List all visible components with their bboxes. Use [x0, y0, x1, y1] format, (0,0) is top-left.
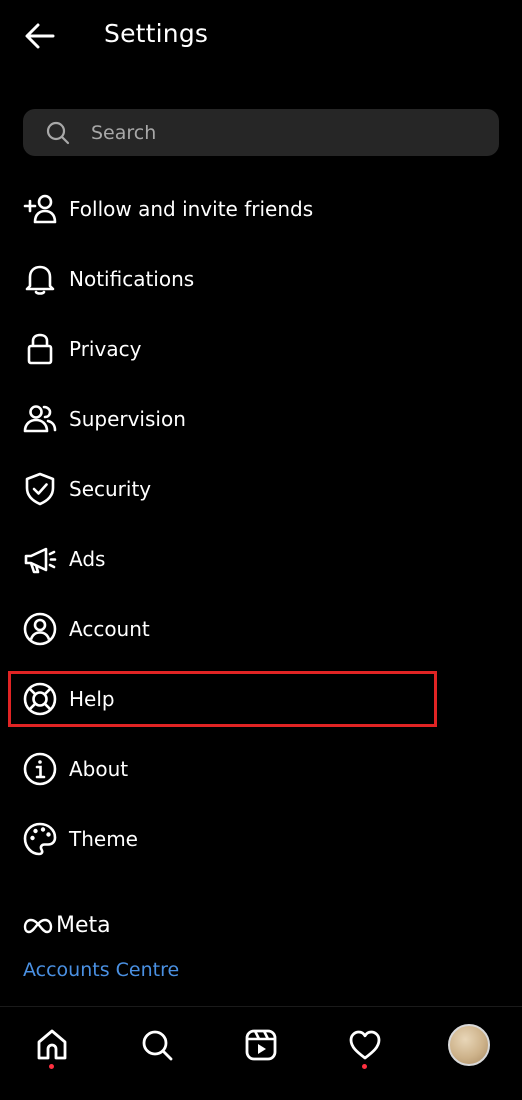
search-icon [46, 121, 70, 145]
menu-item-label: Notifications [69, 267, 195, 291]
activity-notification-dot [362, 1064, 367, 1069]
lock-icon [27, 333, 53, 365]
accounts-centre-link[interactable]: Accounts Centre [23, 955, 179, 985]
menu-item-label: Account [69, 617, 150, 641]
menu-item-security[interactable]: Security [0, 454, 522, 524]
nav-profile-button[interactable] [445, 1021, 493, 1069]
menu-item-privacy[interactable]: Privacy [0, 314, 522, 384]
meta-infinity-icon [23, 918, 53, 934]
search-input[interactable] [91, 109, 481, 156]
menu-item-ads[interactable]: Ads [0, 524, 522, 594]
user-circle-icon [23, 612, 57, 646]
meta-brand-text: Meta [56, 913, 111, 938]
header: Settings [0, 0, 522, 70]
add-person-icon [23, 194, 57, 224]
menu-item-supervision[interactable]: Supervision [0, 384, 522, 454]
home-icon [37, 1029, 67, 1060]
menu-item-label: Supervision [69, 407, 186, 431]
search-icon [142, 1030, 173, 1061]
menu-item-label: Privacy [69, 337, 142, 361]
home-notification-dot [49, 1064, 54, 1069]
lifebuoy-icon [23, 682, 57, 716]
menu-item-help[interactable]: Help [0, 664, 522, 734]
menu-item-follow-invite[interactable]: Follow and invite friends [0, 174, 522, 244]
page-title: Settings [104, 19, 209, 48]
nav-activity-button[interactable] [341, 1021, 389, 1069]
menu-item-label: Security [69, 477, 152, 501]
shield-check-icon [25, 472, 55, 506]
people-icon [23, 405, 57, 433]
reels-icon [245, 1029, 277, 1061]
heart-icon [349, 1030, 381, 1060]
menu-item-label: Theme [69, 827, 138, 851]
info-icon [23, 752, 57, 786]
menu-item-label: Help [69, 687, 115, 711]
search-bar[interactable] [23, 109, 499, 156]
back-button[interactable] [18, 14, 62, 58]
meta-brand: Meta [23, 910, 111, 942]
menu-item-notifications[interactable]: Notifications [0, 244, 522, 314]
menu-item-label: Ads [69, 547, 106, 571]
bell-icon [25, 265, 55, 295]
megaphone-icon [24, 547, 57, 574]
arrow-left-icon [25, 23, 55, 49]
bottom-nav [0, 1006, 522, 1100]
menu-item-about[interactable]: About [0, 734, 522, 804]
nav-home-button[interactable] [28, 1021, 76, 1069]
menu-item-theme[interactable]: Theme [0, 804, 522, 874]
menu-item-account[interactable]: Account [0, 594, 522, 664]
palette-icon [23, 822, 57, 856]
nav-reels-button[interactable] [237, 1021, 285, 1069]
menu-item-label: About [69, 757, 129, 781]
profile-avatar [448, 1024, 490, 1066]
menu-item-label: Follow and invite friends [69, 197, 314, 221]
nav-search-button[interactable] [133, 1021, 181, 1069]
